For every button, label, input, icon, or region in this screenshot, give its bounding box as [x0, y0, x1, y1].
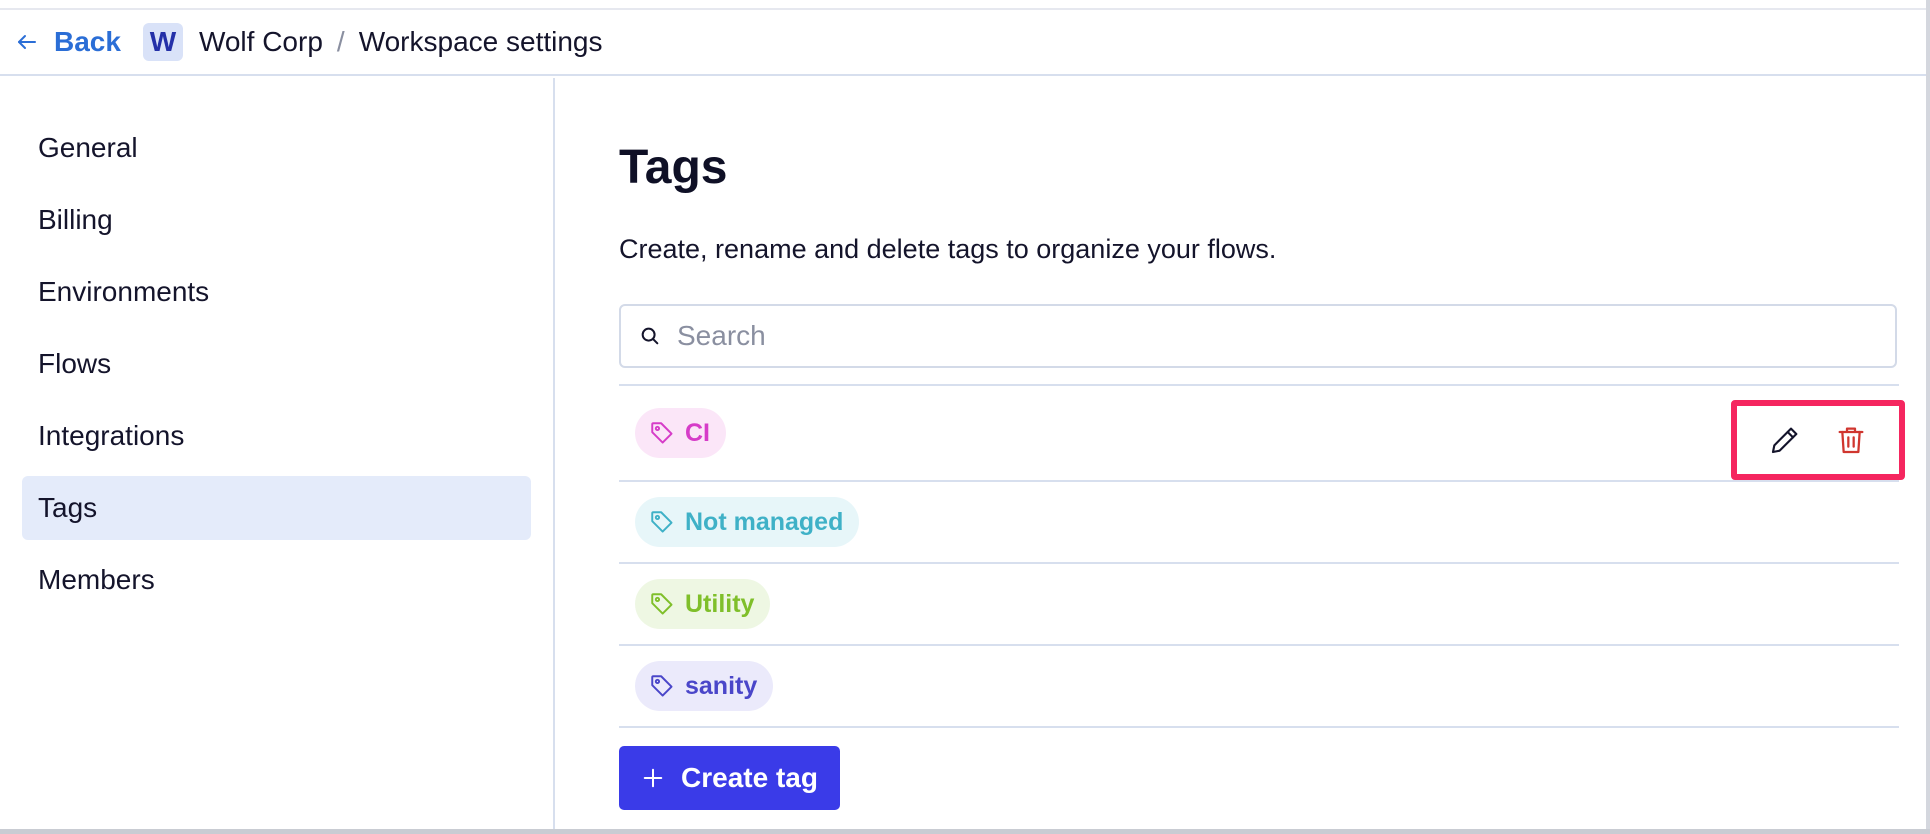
edit-tag-button[interactable]: [1767, 422, 1803, 458]
tag-icon: [651, 511, 673, 533]
tag-icon: [651, 422, 673, 444]
window-top-edge: [0, 0, 1930, 10]
settings-sidebar: General Billing Environments Flows Integ…: [0, 78, 555, 829]
search-icon: [637, 323, 663, 349]
page-description: Create, rename and delete tags to organi…: [619, 234, 1277, 264]
breadcrumb-separator: /: [336, 26, 345, 57]
window-bottom-edge: [0, 829, 1930, 834]
workspace-avatar: W: [142, 23, 183, 61]
sidebar-item-integrations[interactable]: Integrations: [22, 404, 531, 468]
arrow-left-icon: [14, 29, 40, 55]
tag-pill-sanity[interactable]: sanity: [635, 661, 774, 711]
pencil-icon: [1771, 427, 1798, 454]
delete-tag-button[interactable]: [1833, 422, 1869, 458]
tag-list: CI Not managed Utility sanity: [619, 384, 1905, 728]
tag-pill-ci[interactable]: CI: [635, 408, 726, 458]
tag-label: Not managed: [685, 507, 844, 536]
sidebar-item-members[interactable]: Members: [22, 548, 531, 612]
sidebar-item-billing[interactable]: Billing: [22, 188, 531, 252]
page-title: Tags: [619, 141, 728, 194]
sidebar-item-flows[interactable]: Flows: [22, 332, 531, 396]
tag-label: CI: [685, 418, 710, 447]
row-actions-highlight: [1731, 400, 1905, 480]
trash-icon: [1838, 427, 1864, 454]
create-tag-label: Create tag: [681, 762, 818, 793]
tag-pill-utility[interactable]: Utility: [635, 579, 771, 629]
app-window: Back W Wolf Corp / Workspace settings Ge…: [0, 0, 1930, 834]
back-button[interactable]: Back: [14, 26, 121, 58]
sidebar-item-tags[interactable]: Tags: [22, 476, 531, 540]
tag-label: sanity: [685, 671, 758, 700]
tag-pill-not-managed[interactable]: Not managed: [635, 497, 860, 547]
tag-row[interactable]: sanity: [619, 646, 1899, 728]
tag-icon: [651, 593, 673, 615]
tag-row[interactable]: Not managed: [619, 482, 1899, 564]
tag-row[interactable]: CI: [619, 386, 1905, 482]
back-label: Back: [54, 26, 121, 57]
tag-row[interactable]: Utility: [619, 564, 1899, 646]
create-tag-button[interactable]: Create tag: [619, 746, 840, 810]
plus-icon: [641, 766, 665, 790]
top-bar: Back W Wolf Corp / Workspace settings: [0, 10, 1926, 76]
search-input[interactable]: [677, 320, 1827, 352]
sidebar-item-environments[interactable]: Environments: [22, 260, 531, 324]
search-box[interactable]: [619, 304, 1897, 368]
breadcrumb-workspace[interactable]: Wolf Corp: [199, 26, 323, 58]
breadcrumb-current-page: Workspace settings: [358, 26, 603, 57]
tag-icon: [651, 675, 673, 697]
window-right-edge: [1926, 0, 1930, 834]
sidebar-item-general[interactable]: General: [22, 116, 531, 180]
tag-label: Utility: [685, 589, 755, 618]
